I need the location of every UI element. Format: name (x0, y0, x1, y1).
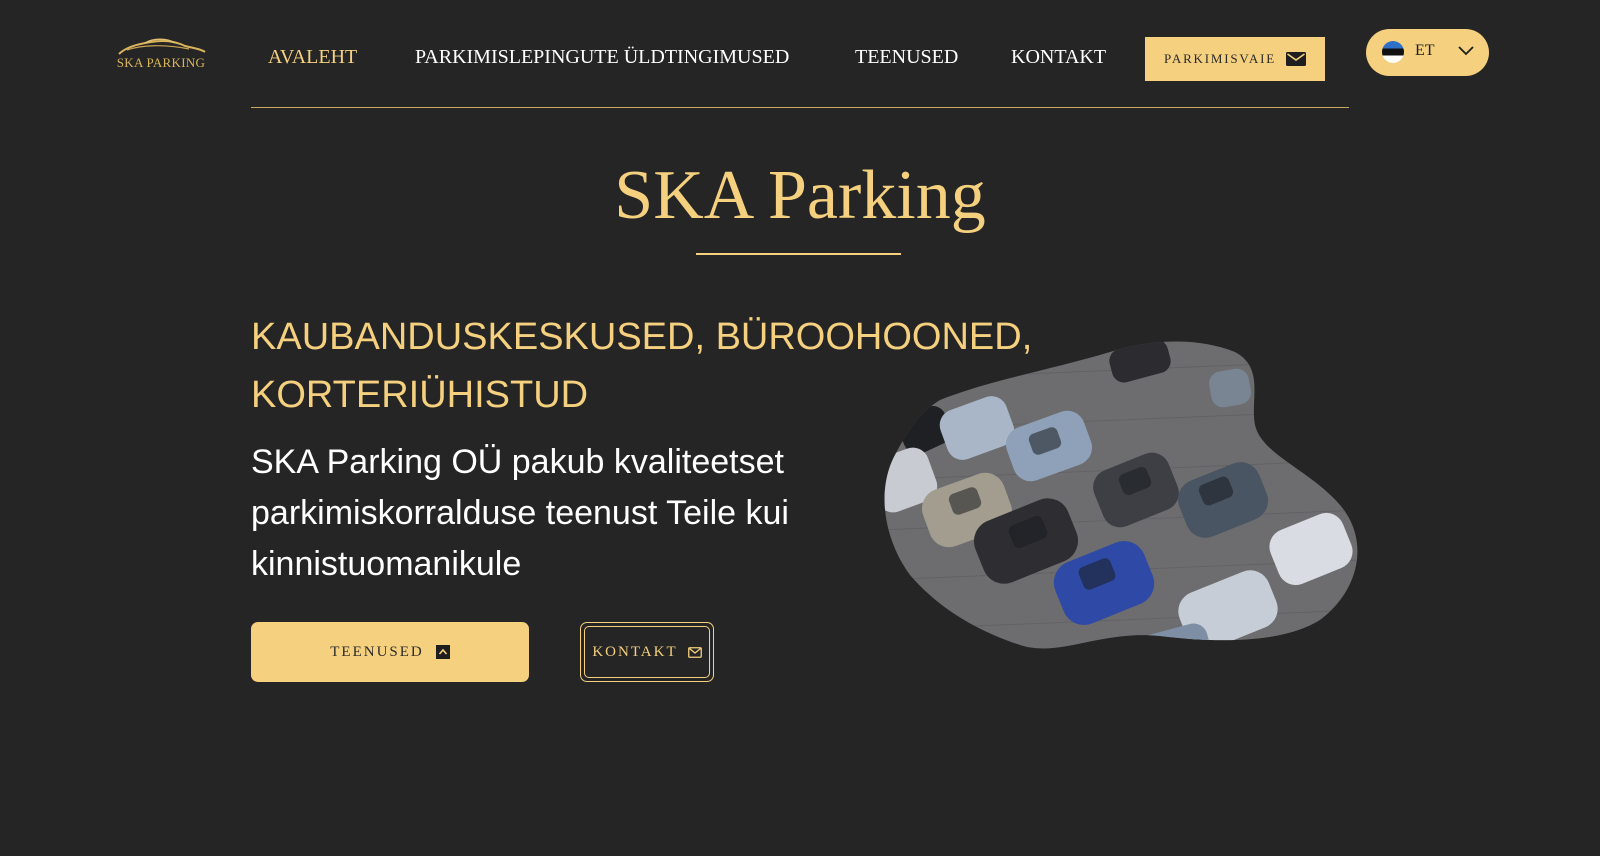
teenused-button-label: TEENUSED (330, 643, 424, 660)
language-selector[interactable]: ET (1366, 29, 1489, 76)
kontakt-button-label: KONTAKT (592, 643, 678, 660)
description-line: kinnistuomanikule (251, 545, 522, 583)
page-title: SKA Parking (614, 157, 986, 234)
parkimisvaie-label: PARKIMISVAIE (1164, 51, 1276, 66)
logo-text: SKA PARKING (116, 55, 206, 70)
logo[interactable]: SKA PARKING (113, 36, 209, 76)
nav-item-kontakt[interactable]: KONTAKT (1011, 46, 1106, 69)
subheading-line: KORTERIÜHISTUD (251, 374, 589, 416)
description-line: SKA Parking OÜ pakub kvaliteetset (251, 443, 784, 481)
estonia-flag-icon (1382, 41, 1404, 63)
teenused-button[interactable]: TEENUSED (251, 622, 529, 682)
nav-item-parkimislepingute-uldtingimused[interactable]: PARKIMISLEPINGUTE ÜLDTINGIMUSED (415, 46, 789, 69)
parkimisvaie-button[interactable]: PARKIMISVAIE (1145, 37, 1325, 81)
hero-subheading: KAUBANDUSKESKUSED, BÜROOHOONED, KORTERIÜ… (251, 308, 1033, 424)
parking-lot-image (884, 341, 1358, 649)
title-underline (696, 253, 901, 255)
subheading-line: KAUBANDUSKESKUSED, BÜROOHOONED, (251, 316, 1033, 358)
hero-description: SKA Parking OÜ pakub kvaliteetset parkim… (251, 437, 871, 590)
envelope-icon (1285, 52, 1306, 66)
description-line: parkimiskorralduse teenust Teile kui (251, 494, 789, 532)
kontakt-button[interactable]: KONTAKT (580, 622, 714, 682)
nav-item-avaleht[interactable]: AVALEHT (268, 46, 357, 69)
header-divider (251, 107, 1349, 108)
arrow-up-icon (435, 645, 450, 659)
chevron-down-icon (1458, 46, 1474, 56)
language-code: ET (1415, 42, 1435, 59)
nav-item-teenused[interactable]: TEENUSED (855, 46, 958, 69)
envelope-icon (687, 646, 702, 658)
